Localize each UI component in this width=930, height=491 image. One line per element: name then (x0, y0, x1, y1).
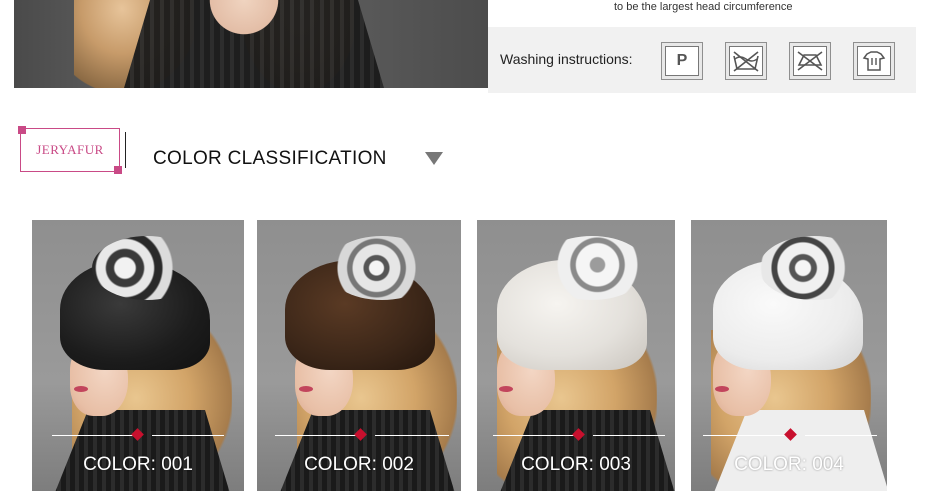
head-circumference-note: to be the largest head circumference (614, 1, 793, 13)
color-label: COLOR: 003 (521, 454, 631, 475)
label-rule-right (805, 435, 877, 436)
no-wash-icon (725, 42, 767, 80)
label-rule-left (493, 435, 575, 436)
washing-instructions-label: Washing instructions: (500, 51, 633, 67)
label-rule-left (703, 435, 787, 436)
label-rule-right (593, 435, 665, 436)
chevron-down-icon (425, 152, 443, 165)
dry-clean-p-text: P (665, 46, 699, 76)
brand-logo: JERYAFUR (18, 126, 122, 174)
color-card-001[interactable]: COLOR: 001 (32, 220, 244, 491)
header-divider (125, 132, 126, 168)
hang-dry-icon (853, 42, 895, 80)
brand-logo-text: JERYAFUR (36, 142, 104, 157)
no-tumble-dry-icon (789, 42, 831, 80)
color-card-003[interactable]: COLOR: 003 (477, 220, 675, 491)
label-rule-left (275, 435, 357, 436)
label-rule-right (375, 435, 449, 436)
color-label: COLOR: 001 (83, 454, 193, 475)
label-rule-right (152, 435, 224, 436)
dry-clean-p-icon: P (661, 42, 703, 80)
section-title: COLOR CLASSIFICATION (153, 148, 387, 169)
model-top-photo (14, 0, 488, 88)
color-card-002[interactable]: COLOR: 002 (257, 220, 461, 491)
color-card-004[interactable]: COLOR: 004 (691, 220, 887, 491)
color-label: COLOR: 002 (304, 454, 414, 475)
color-label: COLOR: 004 (734, 454, 844, 475)
label-rule-left (52, 435, 134, 436)
